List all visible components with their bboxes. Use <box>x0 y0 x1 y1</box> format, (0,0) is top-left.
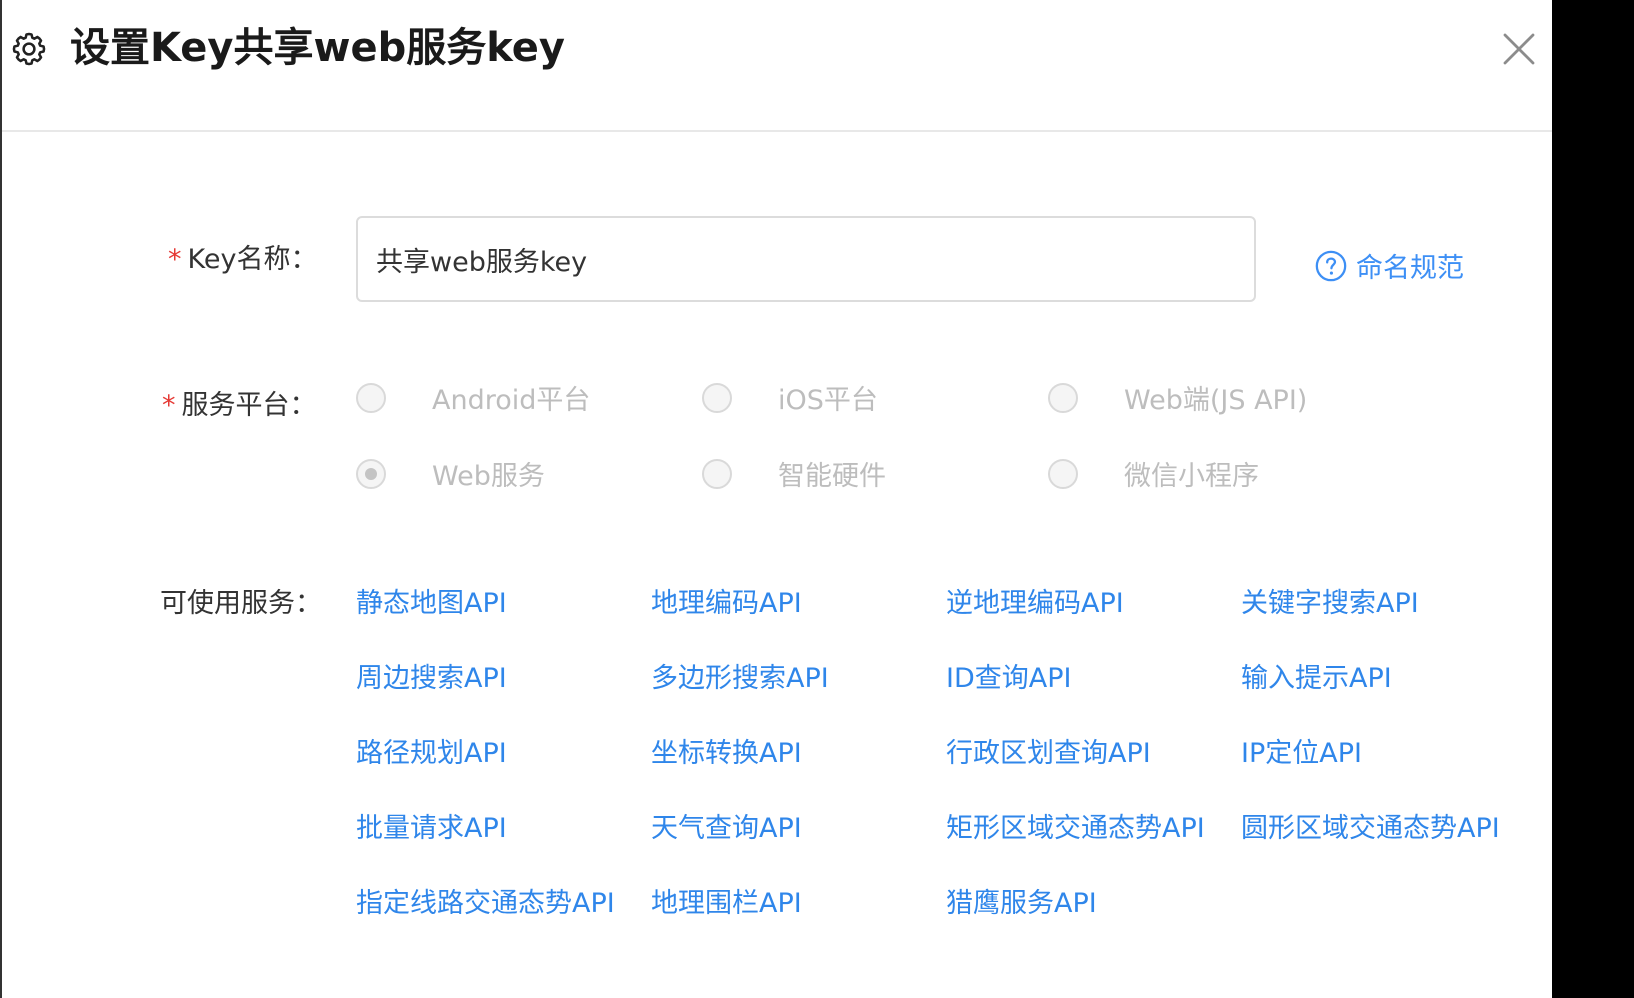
platform-radio-web-service[interactable]: Web服务 <box>356 454 545 493</box>
naming-rule-text: 命名规范 <box>1356 253 1464 284</box>
service-link[interactable]: 地理编码API <box>651 584 802 624</box>
dialog-header: 设置Key共享web服务key <box>2 0 1552 132</box>
service-link[interactable]: 猎鹰服务API <box>946 884 1097 924</box>
radio-circle-checked <box>356 458 386 489</box>
radio-circle <box>1048 458 1078 489</box>
radio-circle <box>1048 382 1078 413</box>
service-link[interactable]: 圆形区域交通态势API <box>1241 809 1500 849</box>
service-link[interactable]: 逆地理编码API <box>946 584 1124 624</box>
platform-radio-smart-hardware[interactable]: 智能硬件 <box>702 454 886 493</box>
platform-radio-ios[interactable]: iOS平台 <box>702 378 878 417</box>
key-settings-dialog: 设置Key共享web服务key *Key名称： 命名规范 *服务平台： Andr… <box>0 0 1552 998</box>
service-link[interactable]: 关键字搜索API <box>1241 584 1419 624</box>
radio-circle <box>356 382 386 413</box>
radio-circle <box>702 458 732 489</box>
platform-radio-android[interactable]: Android平台 <box>356 378 590 417</box>
service-link[interactable]: 天气查询API <box>651 809 802 849</box>
required-mark: * <box>162 390 176 421</box>
service-link[interactable]: ID查询API <box>946 659 1071 699</box>
radio-circle <box>702 382 732 413</box>
service-link[interactable]: 指定线路交通态势API <box>356 884 615 924</box>
platform-radio-wechat-miniprogram[interactable]: 微信小程序 <box>1048 454 1259 493</box>
dialog-title: 设置Key共享web服务key <box>70 25 565 71</box>
key-name-input[interactable] <box>356 216 1256 302</box>
service-link[interactable]: 批量请求API <box>356 809 507 849</box>
platform-label: * 服务平台： <box>162 390 317 421</box>
naming-rule-link[interactable]: 命名规范 <box>1314 246 1464 285</box>
service-link[interactable]: 输入提示API <box>1241 659 1392 699</box>
service-link[interactable]: 周边搜索API <box>356 659 507 699</box>
service-link[interactable]: 行政区划查询API <box>946 734 1151 774</box>
service-link[interactable]: 地理围栏API <box>651 884 802 924</box>
service-link[interactable]: IP定位API <box>1241 734 1362 774</box>
close-icon[interactable] <box>1498 28 1540 70</box>
service-link[interactable]: 路径规划API <box>356 734 507 774</box>
service-link[interactable]: 多边形搜索API <box>651 659 829 699</box>
service-link[interactable]: 矩形区域交通态势API <box>946 809 1205 849</box>
service-link[interactable]: 静态地图API <box>356 584 507 624</box>
gear-icon <box>12 32 46 66</box>
question-circle-icon <box>1315 250 1347 281</box>
services-label: 可使用服务： <box>160 588 322 619</box>
key-name-label: * Key名称： <box>168 244 318 275</box>
platform-radio-web-js[interactable]: Web端(JS API) <box>1048 378 1307 417</box>
required-mark: * <box>168 244 182 275</box>
service-link[interactable]: 坐标转换API <box>651 734 802 774</box>
